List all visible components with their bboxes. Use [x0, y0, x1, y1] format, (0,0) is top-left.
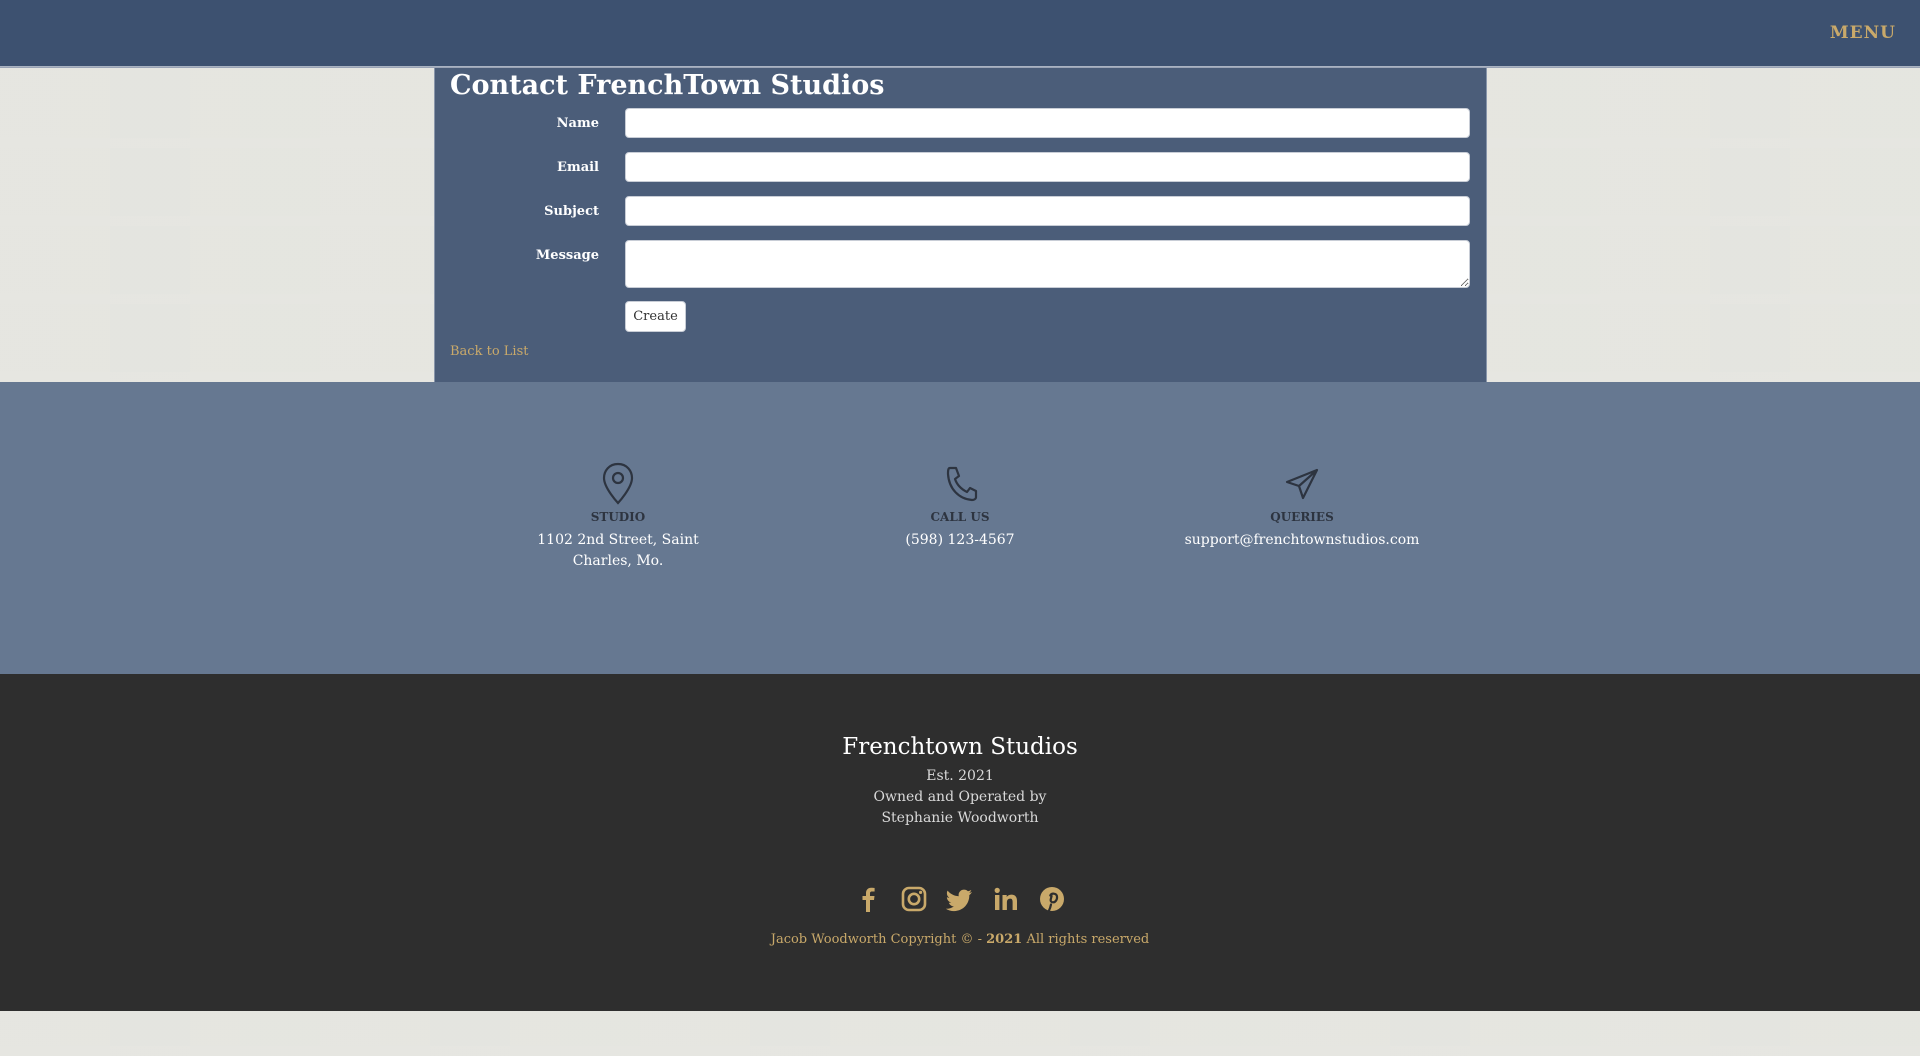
email-field[interactable]: [625, 152, 1470, 182]
contact-form-card: Contact FrenchTown Studios Name Email Su…: [434, 68, 1487, 382]
footer-owner-name: Stephanie Woodworth: [881, 810, 1039, 826]
copyright-suffix: All rights reserved: [1022, 932, 1150, 947]
footer-established: Est. 2021: [926, 768, 994, 784]
info-studio: STUDIO 1102 2nd Street, Saint Charles, M…: [498, 462, 738, 572]
info-text: (598) 123-4567: [840, 530, 1080, 551]
subject-label: Subject: [544, 204, 599, 219]
info-title: STUDIO: [590, 510, 646, 524]
page-title: Contact FrenchTown Studios: [450, 70, 885, 101]
brick-bottom-strip: [0, 1011, 1920, 1056]
email-label: Email: [557, 160, 599, 175]
info-queries: QUERIES support@frenchtownstudios.com: [1182, 462, 1422, 551]
info-call: CALL US (598) 123-4567: [840, 462, 1080, 551]
site-footer: Frenchtown Studios Est. 2021 Owned and O…: [0, 674, 1920, 1011]
info-text: 1102 2nd Street, Saint Charles, Mo.: [498, 530, 738, 572]
instagram-icon[interactable]: [899, 884, 929, 914]
info-line: 1102 2nd Street, Saint: [537, 532, 699, 548]
name-field[interactable]: [625, 108, 1470, 138]
phone-icon: [840, 462, 1080, 506]
message-label: Message: [535, 248, 599, 263]
pinterest-icon[interactable]: [1037, 884, 1067, 914]
info-line: (598) 123-4567: [905, 532, 1015, 548]
back-to-list-link[interactable]: Back to List: [450, 344, 528, 359]
copyright-notice: Jacob Woodworth Copyright © - 2021 All r…: [0, 932, 1920, 947]
name-label: Name: [556, 116, 599, 131]
copyright-prefix: Jacob Woodworth Copyright © -: [770, 932, 987, 947]
message-field[interactable]: [625, 240, 1470, 288]
paper-plane-icon: [1182, 462, 1422, 506]
footer-brand-name: Frenchtown Studios: [842, 734, 1078, 760]
copyright-year: 2021: [986, 932, 1023, 947]
info-line[interactable]: support@frenchtownstudios.com: [1182, 530, 1422, 551]
facebook-icon[interactable]: [853, 884, 883, 914]
top-nav-bar: MENU: [0, 0, 1920, 67]
subject-field[interactable]: [625, 196, 1470, 226]
twitter-icon[interactable]: [945, 884, 975, 914]
linkedin-icon[interactable]: [991, 884, 1021, 914]
social-links: [0, 884, 1920, 914]
info-text: support@frenchtownstudios.com: [1182, 530, 1422, 551]
info-line: Charles, Mo.: [572, 553, 664, 569]
info-title: CALL US: [930, 510, 990, 524]
contact-info-band: STUDIO 1102 2nd Street, Saint Charles, M…: [0, 382, 1920, 674]
menu-button[interactable]: MENU: [1830, 23, 1896, 43]
info-title: QUERIES: [1270, 510, 1334, 524]
create-button[interactable]: Create: [625, 301, 686, 332]
footer-owner-intro: Owned and Operated by: [873, 789, 1047, 805]
map-pin-icon: [498, 462, 738, 506]
